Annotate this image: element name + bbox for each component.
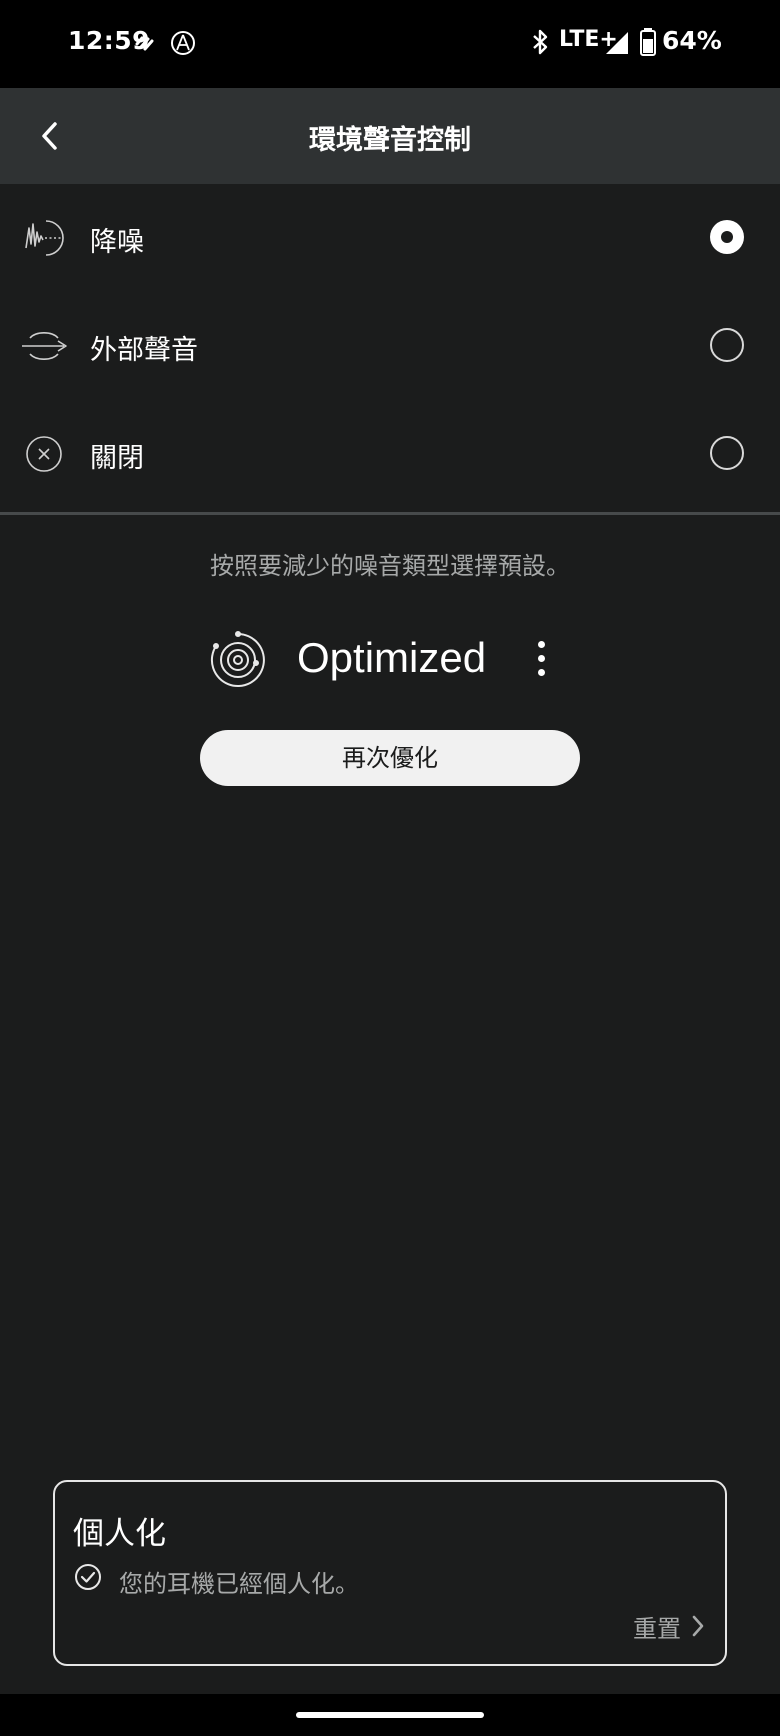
mode-label-ambient: 外部聲音	[90, 335, 198, 366]
brand-logo-icon	[171, 31, 195, 55]
off-icon	[26, 436, 62, 472]
more-vert-icon-dot	[537, 668, 545, 676]
reset-label: 重置	[633, 1614, 681, 1643]
app-notification-icon	[135, 36, 154, 51]
ambient-sound-icon	[22, 332, 67, 360]
battery-icon	[640, 28, 656, 56]
personalization-card: 個人化 您的耳機已經個人化。 重置	[53, 1480, 727, 1666]
signal-icon	[606, 32, 628, 54]
optimize-target-icon	[210, 631, 265, 687]
radio-noise-cancel[interactable]	[710, 220, 744, 254]
more-vert-icon-dot	[537, 654, 545, 662]
more-vert-icon	[537, 640, 545, 648]
battery-percent: 64%	[662, 26, 722, 55]
radio-ambient[interactable]	[710, 328, 744, 362]
status-bar: 12:59 LTE+ 64%	[0, 0, 780, 88]
reset-button[interactable]: 重置	[633, 1606, 705, 1646]
mode-label-noise-cancel: 降噪	[90, 227, 144, 258]
radio-off[interactable]	[710, 436, 744, 470]
page-title: 環境聲音控制	[309, 125, 471, 156]
check-circle-icon	[75, 1564, 101, 1590]
mode-label-off: 關閉	[90, 443, 144, 474]
bluetooth-icon	[533, 29, 548, 55]
mode-option-ambient[interactable]: 外部聲音	[0, 292, 780, 400]
preset-hint: 按照要減少的噪音類型選擇預設。	[210, 552, 570, 580]
preset-name: Optimized	[297, 634, 487, 681]
personalization-title: 個人化	[73, 1516, 166, 1552]
preset-selector[interactable]: Optimized	[0, 624, 780, 696]
mode-option-noise-cancel[interactable]: 降噪	[0, 184, 780, 292]
mode-option-off[interactable]: 關閉	[0, 400, 780, 508]
chevron-right-icon	[692, 1615, 704, 1637]
divider	[0, 512, 780, 515]
reoptimize-button[interactable]: 再次優化	[200, 730, 580, 786]
more-options-button[interactable]	[526, 632, 556, 684]
app-header: 環境聲音控制	[0, 88, 780, 184]
home-indicator[interactable]	[296, 1712, 484, 1718]
system-nav-bar	[0, 1694, 780, 1736]
personalization-status: 您的耳機已經個人化。	[119, 1570, 359, 1598]
noise-cancel-icon	[25, 220, 64, 256]
main-content: 降噪 外部聲音 關閉 按照要減少的噪音類型選擇預設。 Optimized 再次優…	[0, 184, 780, 1694]
